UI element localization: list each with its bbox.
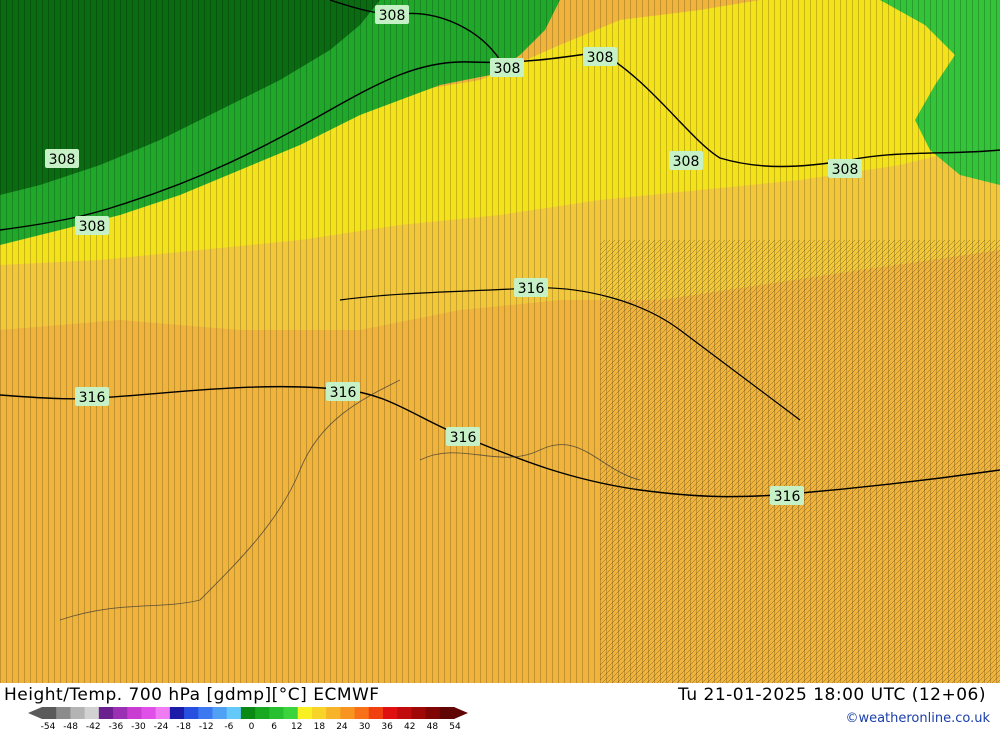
scale-swatch <box>113 707 128 719</box>
scale-swatch <box>226 707 242 719</box>
scale-swatch <box>84 707 100 719</box>
svg-text:316: 316 <box>518 281 545 297</box>
contour-label-308: 308 <box>828 159 862 178</box>
contour-label-316: 316 <box>446 427 480 446</box>
scale-tick-label: -36 <box>108 722 124 732</box>
contour-label-308: 308 <box>490 58 524 77</box>
svg-text:316: 316 <box>450 430 477 446</box>
valid-time: Tu 21-01-2025 18:00 UTC (12+06) <box>678 685 986 705</box>
map-title: Height/Temp. 700 hPa [gdmp][°C] ECMWF <box>4 685 380 705</box>
scale-swatch <box>56 707 71 719</box>
scale-tick-label: 30 <box>358 722 371 732</box>
svg-text:316: 316 <box>330 385 357 401</box>
svg-text:308: 308 <box>673 154 700 170</box>
scale-arrow-right <box>454 707 468 719</box>
scale-swatch <box>155 707 171 719</box>
contour-label-316: 316 <box>75 387 109 406</box>
scale-swatch <box>269 707 285 719</box>
scale-tick-label: -12 <box>198 722 214 732</box>
contour-label-308: 308 <box>669 151 703 170</box>
scale-swatch <box>354 707 370 719</box>
svg-text:308: 308 <box>494 61 521 77</box>
scale-tick-label: -30 <box>131 722 146 732</box>
scale-swatch <box>411 707 427 719</box>
scale-tick-label: 0 <box>248 722 255 732</box>
scale-swatch <box>169 707 185 719</box>
map-footer: Height/Temp. 700 hPa [gdmp][°C] ECMWF Tu… <box>0 683 1000 733</box>
scale-arrow-left <box>28 707 42 719</box>
scale-tick-label: -48 <box>63 722 78 732</box>
scale-swatch <box>98 707 114 719</box>
scale-tick-label: -24 <box>153 722 169 732</box>
scale-tick-label: -6 <box>224 722 234 732</box>
svg-text:308: 308 <box>832 162 859 178</box>
contour-label-308: 308 <box>583 47 617 66</box>
scale-tick-label: -54 <box>40 722 56 732</box>
scale-tick-label: 36 <box>381 722 393 732</box>
contour-label-316: 316 <box>770 486 804 505</box>
scale-swatch <box>255 707 270 719</box>
scale-swatch <box>368 707 384 719</box>
scale-swatch <box>127 707 142 719</box>
scale-swatch <box>326 707 341 719</box>
weather-map: 308 308 308 308 308 308 308 316 316 316 316 316 <box>0 0 1000 683</box>
contour-label-316: 316 <box>514 278 548 297</box>
scale-tick-label: 42 <box>404 722 416 732</box>
scale-tick-label: -42 <box>85 722 101 732</box>
credit-link[interactable]: ©weatheronline.co.uk <box>845 711 990 726</box>
hatch-overlay-dense <box>600 240 1000 683</box>
scale-tick-label: 12 <box>290 722 303 732</box>
svg-text:308: 308 <box>587 50 614 66</box>
contour-label-308: 308 <box>375 5 409 24</box>
color-scale-bar <box>28 707 468 719</box>
scale-swatch <box>397 707 412 719</box>
scale-tick-label: 6 <box>271 722 277 732</box>
scale-swatch <box>382 707 398 719</box>
svg-text:308: 308 <box>379 8 406 24</box>
scale-tick-label: 24 <box>336 722 348 732</box>
scale-swatch <box>141 707 157 719</box>
svg-text:316: 316 <box>774 489 801 505</box>
scale-swatch <box>439 707 455 719</box>
svg-text:308: 308 <box>79 219 106 235</box>
scale-swatch <box>42 707 57 719</box>
color-scale-ticks: -54 -48 -42 -36 -30 -24 -18 -12 -6 0 6 12 18 24 30 36 42… <box>0 722 480 734</box>
scale-tick-label: -18 <box>176 722 192 732</box>
contour-label-308: 308 <box>75 216 109 235</box>
svg-text:316: 316 <box>79 390 106 406</box>
contour-label-308: 308 <box>45 149 79 168</box>
scale-swatch <box>240 707 256 719</box>
scale-tick-label: 48 <box>426 722 439 732</box>
scale-tick-label: 18 <box>313 722 326 732</box>
scale-swatch <box>184 707 199 719</box>
svg-text:308: 308 <box>49 152 76 168</box>
scale-swatch <box>311 707 327 719</box>
scale-swatch <box>425 707 441 719</box>
scale-swatch <box>340 707 356 719</box>
scale-swatch <box>283 707 299 719</box>
scale-swatch <box>297 707 313 719</box>
scale-tick-label: 54 <box>449 722 461 732</box>
scale-swatch <box>70 707 86 719</box>
contour-label-316: 316 <box>326 382 360 401</box>
scale-swatch <box>212 707 228 719</box>
scale-swatch <box>198 707 213 719</box>
